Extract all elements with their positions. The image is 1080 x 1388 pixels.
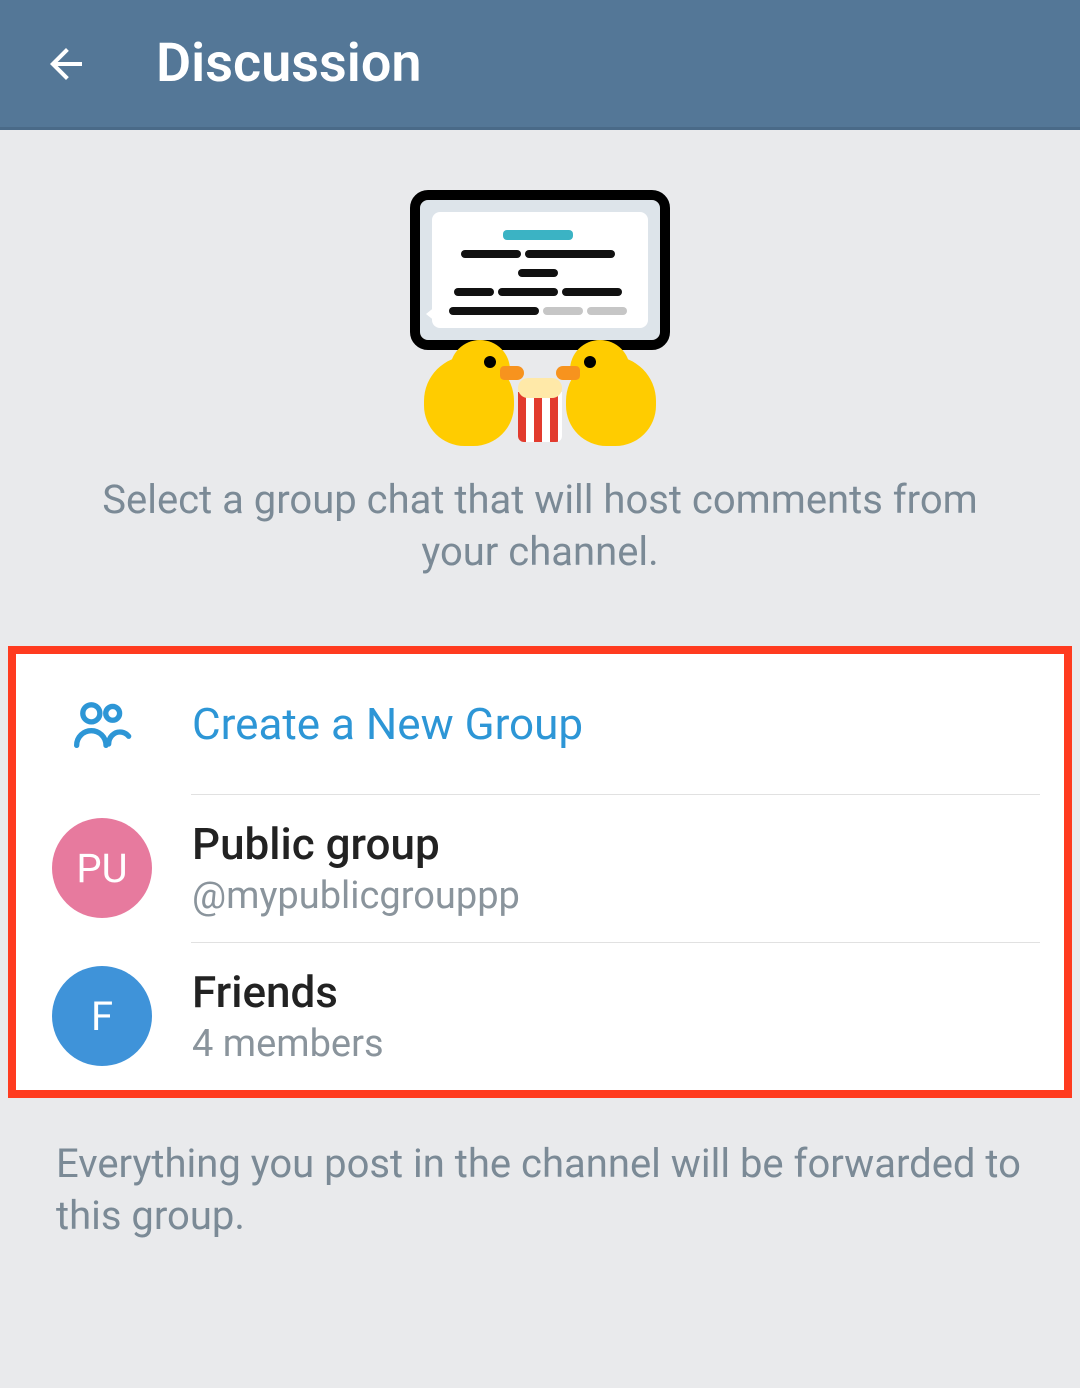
- group-item-friends[interactable]: F Friends 4 members: [16, 942, 1064, 1090]
- group-subtitle: @mypublicgrouppp: [192, 874, 1028, 918]
- duck-left-icon: [422, 336, 532, 446]
- hero-description: Select a group chat that will host comme…: [100, 474, 980, 578]
- group-name: Public group: [192, 818, 1028, 870]
- group-name: Friends: [192, 966, 1028, 1018]
- duck-right-icon: [548, 336, 658, 446]
- create-new-group[interactable]: Create a New Group: [16, 654, 1064, 794]
- avatar: F: [52, 966, 152, 1066]
- footer-note: Everything you post in the channel will …: [0, 1098, 1080, 1242]
- arrow-left-icon: [42, 40, 90, 88]
- page-title: Discussion: [156, 32, 422, 95]
- people-icon: [52, 692, 152, 756]
- back-button[interactable]: [36, 34, 96, 94]
- group-item-public-group[interactable]: PU Public group @mypublicgrouppp: [16, 794, 1064, 942]
- group-subtitle: 4 members: [192, 1022, 1028, 1066]
- app-header: Discussion: [0, 0, 1080, 130]
- avatar: PU: [52, 818, 152, 918]
- groups-card: Create a New Group PU Public group @mypu…: [8, 646, 1072, 1098]
- discussion-illustration: [390, 190, 690, 440]
- tablet-icon: [410, 190, 670, 350]
- create-new-group-label: Create a New Group: [192, 698, 1028, 750]
- hero-section: Select a group chat that will host comme…: [0, 130, 1080, 618]
